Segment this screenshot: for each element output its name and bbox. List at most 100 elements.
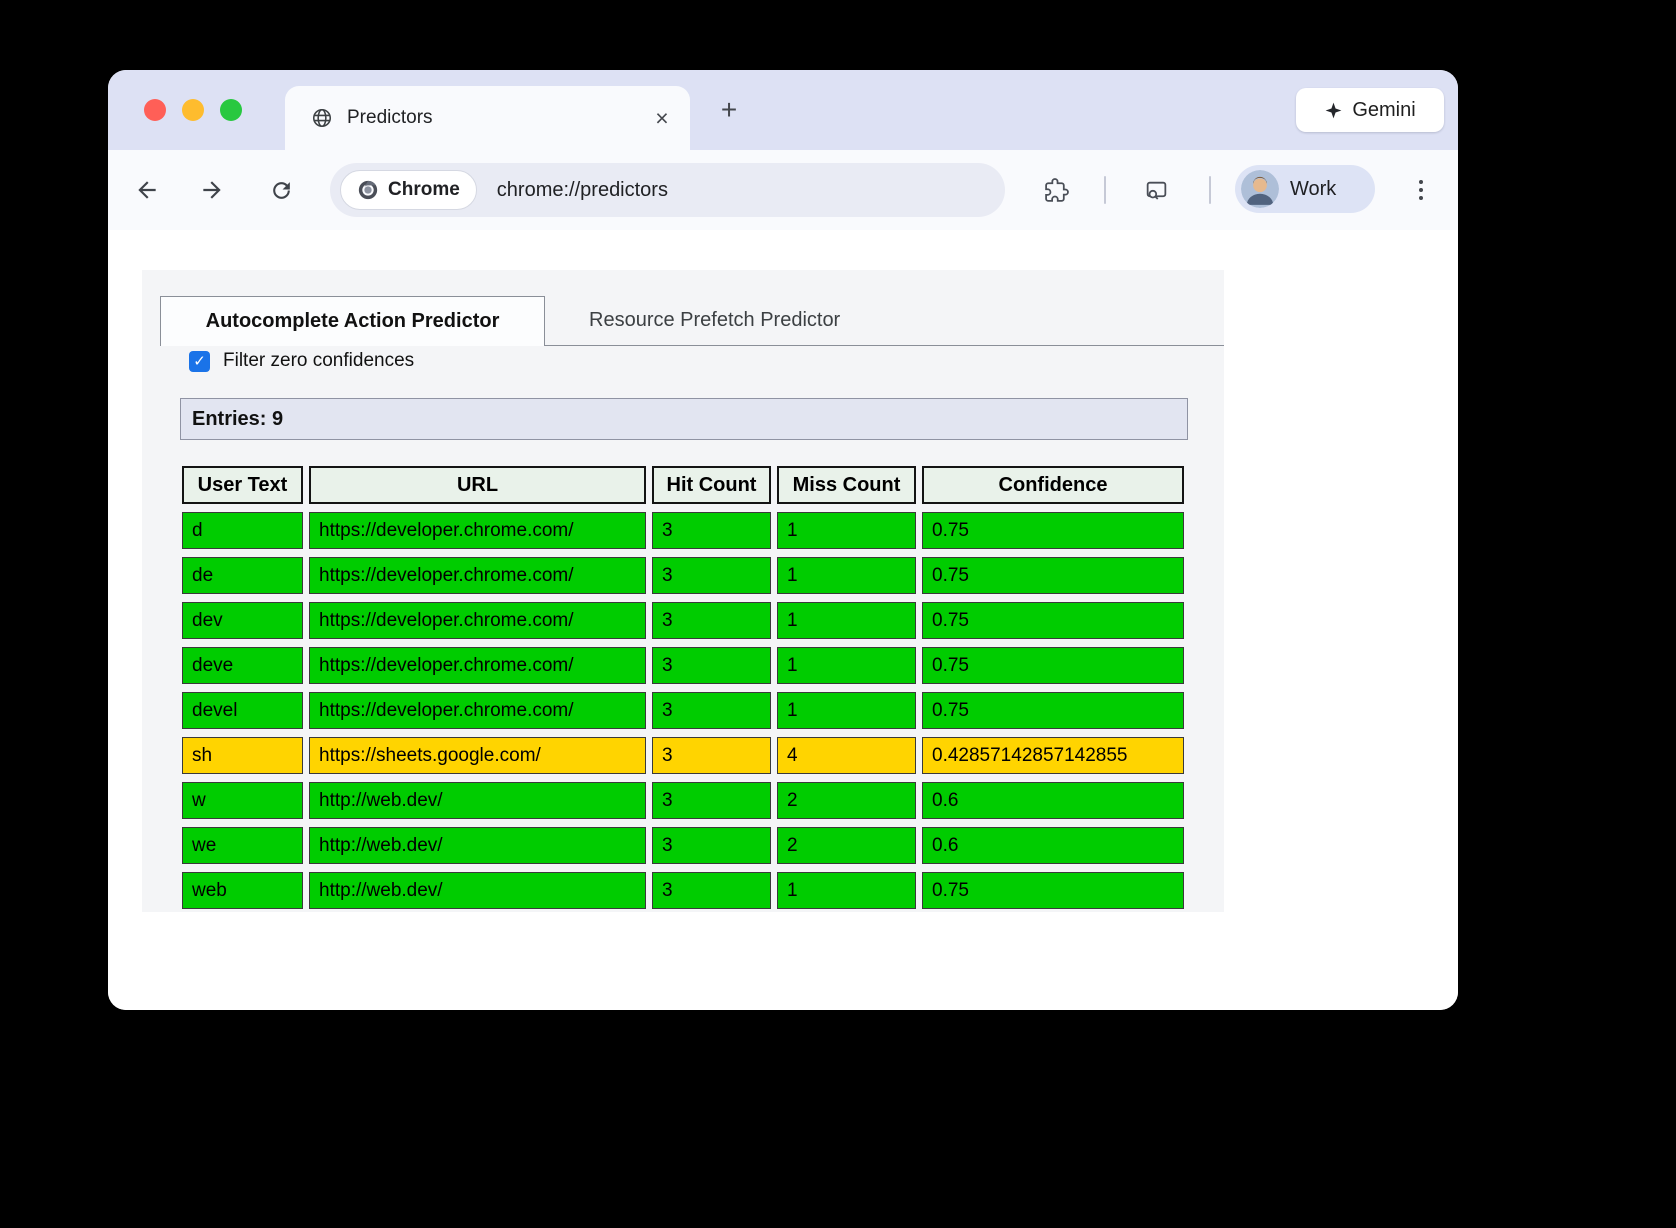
menu-dot (1419, 180, 1424, 185)
tab-resource-prefetch-predictor[interactable]: Resource Prefetch Predictor (545, 296, 884, 345)
tab-strip: Predictors × + Gemini (108, 70, 1458, 150)
puzzle-icon (1044, 178, 1069, 203)
profile-chip[interactable]: Work (1235, 165, 1375, 213)
tab-title: Predictors (347, 107, 433, 129)
table-cell: 4 (777, 737, 916, 774)
table-cell: 1 (777, 872, 916, 909)
table-cell: 0.75 (922, 692, 1184, 729)
menu-dot (1419, 196, 1424, 201)
table-cell: 3 (652, 557, 771, 594)
browser-toolbar: Chrome chrome://predictors ☆ (108, 150, 1458, 230)
table-row: dhttps://developer.chrome.com/310.75 (182, 512, 1184, 549)
url-text: chrome://predictors (497, 179, 668, 202)
avatar (1241, 170, 1279, 208)
back-button[interactable] (130, 173, 164, 207)
menu-button[interactable] (1406, 175, 1436, 205)
table-cell: deve (182, 647, 303, 684)
header-hit-count: Hit Count (652, 466, 771, 504)
table-cell: we (182, 827, 303, 864)
gemini-sparkle-icon (1324, 101, 1343, 120)
table-cell: 1 (777, 602, 916, 639)
close-window-button[interactable] (144, 99, 166, 121)
reload-button[interactable] (264, 173, 298, 207)
table-cell: 3 (652, 872, 771, 909)
table-cell: 1 (777, 647, 916, 684)
table-cell: 2 (777, 782, 916, 819)
table-cell: https://developer.chrome.com/ (309, 557, 646, 594)
chrome-badge[interactable]: Chrome (340, 170, 477, 210)
table-cell: 2 (777, 827, 916, 864)
browser-window: Predictors × + Gemini (108, 70, 1458, 1010)
browser-viewport: Autocomplete Action Predictor Resource P… (108, 230, 1458, 1010)
table-cell: de (182, 557, 303, 594)
filter-checkbox-label: Filter zero confidences (223, 350, 414, 372)
traffic-lights (144, 99, 242, 121)
table-cell: web (182, 872, 303, 909)
table-cell: dev (182, 602, 303, 639)
table-cell: 1 (777, 692, 916, 729)
chrome-logo-icon (357, 179, 379, 201)
predictor-table-head: User Text URL Hit Count Miss Count Confi… (182, 466, 1184, 504)
forward-button[interactable] (195, 173, 229, 207)
table-cell: 0.6 (922, 782, 1184, 819)
filter-checkbox[interactable]: ✓ (189, 351, 210, 372)
table-cell: 1 (777, 557, 916, 594)
maximize-window-button[interactable] (220, 99, 242, 121)
tab-autocomplete-action-predictor[interactable]: Autocomplete Action Predictor (160, 296, 545, 346)
table-row: devhttps://developer.chrome.com/310.75 (182, 602, 1184, 639)
table-cell: 1 (777, 512, 916, 549)
table-cell: https://developer.chrome.com/ (309, 647, 646, 684)
header-miss-count: Miss Count (777, 466, 916, 504)
profile-label: Work (1290, 178, 1336, 201)
table-cell: 3 (652, 647, 771, 684)
table-cell: 0.75 (922, 602, 1184, 639)
table-cell: http://web.dev/ (309, 782, 646, 819)
table-cell: 3 (652, 827, 771, 864)
table-cell: https://sheets.google.com/ (309, 737, 646, 774)
table-row: shhttps://sheets.google.com/340.42857142… (182, 737, 1184, 774)
chrome-badge-label: Chrome (388, 179, 460, 201)
header-user-text: User Text (182, 466, 303, 504)
table-cell: 0.75 (922, 872, 1184, 909)
table-cell: https://developer.chrome.com/ (309, 602, 646, 639)
table-cell: https://developer.chrome.com/ (309, 512, 646, 549)
predictor-table: User Text URL Hit Count Miss Count Confi… (176, 458, 1190, 917)
table-cell: 3 (652, 692, 771, 729)
predictor-table-body: dhttps://developer.chrome.com/310.75deht… (182, 512, 1184, 909)
table-cell: 3 (652, 737, 771, 774)
predictors-page: Autocomplete Action Predictor Resource P… (142, 270, 1224, 912)
table-cell: devel (182, 692, 303, 729)
tab-close-button[interactable]: × (648, 104, 676, 132)
table-row: wehttp://web.dev/320.6 (182, 827, 1184, 864)
minimize-window-button[interactable] (182, 99, 204, 121)
table-cell: sh (182, 737, 303, 774)
search-panel-button[interactable] (1139, 173, 1173, 207)
table-cell: 3 (652, 512, 771, 549)
extensions-button[interactable] (1039, 173, 1073, 207)
address-bar[interactable]: Chrome chrome://predictors (330, 163, 1005, 217)
table-row: webhttp://web.dev/310.75 (182, 872, 1184, 909)
table-row: dehttps://developer.chrome.com/310.75 (182, 557, 1184, 594)
table-row: devehttps://developer.chrome.com/310.75 (182, 647, 1184, 684)
predictor-tabs: Autocomplete Action Predictor Resource P… (160, 296, 1224, 346)
entries-count-bar: Entries: 9 (180, 398, 1188, 440)
gemini-button[interactable]: Gemini (1296, 88, 1444, 132)
table-cell: 0.75 (922, 512, 1184, 549)
table-cell: https://developer.chrome.com/ (309, 692, 646, 729)
header-confidence: Confidence (922, 466, 1184, 504)
header-url: URL (309, 466, 646, 504)
globe-favicon-icon (311, 107, 333, 129)
table-cell: 0.42857142857142855 (922, 737, 1184, 774)
table-cell: d (182, 512, 303, 549)
table-cell: 0.75 (922, 647, 1184, 684)
new-tab-button[interactable]: + (713, 94, 745, 126)
table-cell: 3 (652, 602, 771, 639)
header-row: User Text URL Hit Count Miss Count Confi… (182, 466, 1184, 504)
toolbar-divider (1104, 176, 1106, 204)
browser-tab-predictors[interactable]: Predictors × (285, 86, 690, 150)
filter-row: ✓ Filter zero confidences (189, 350, 414, 372)
table-cell: w (182, 782, 303, 819)
table-cell: 3 (652, 782, 771, 819)
table-cell: http://web.dev/ (309, 827, 646, 864)
table-cell: 0.75 (922, 557, 1184, 594)
